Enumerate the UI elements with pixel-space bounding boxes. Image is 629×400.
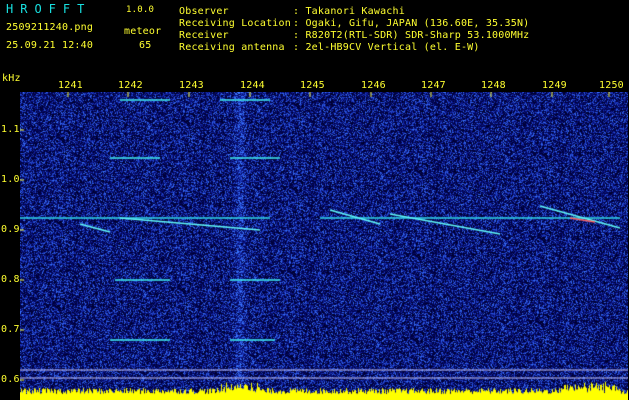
y-tick-label: 0.6 (1, 374, 20, 385)
x-tick-label: 1249 (542, 80, 567, 91)
file-name: 2509211240.png (6, 22, 94, 33)
x-tick-label: 1247 (421, 80, 446, 91)
antenna-label: Receiving antenna (179, 42, 285, 53)
app-version: 1.0.0 (126, 5, 155, 15)
y-tick-label: 1.0 (1, 174, 20, 185)
x-tick-label: 1246 (361, 80, 386, 91)
receiver-value: : R820T2(RTL-SDR) SDR-Sharp 53.1000MHz (293, 30, 530, 41)
observer-label: Observer (179, 6, 229, 17)
x-tick-label: 1245 (300, 80, 325, 91)
x-tick-label: 1248 (481, 80, 506, 91)
unit-label: kHz (2, 73, 21, 84)
y-tick-label: 0.8 (1, 274, 20, 285)
type-label: meteor (124, 26, 162, 37)
y-tick-label: 1.1 (1, 124, 20, 135)
meteor-count: 65 (139, 40, 152, 51)
antenna-value: : 2el-HB9CV Vertical (el. E-W) (293, 42, 480, 53)
x-tick-label: 1242 (118, 80, 143, 91)
y-tick-label: 0.9 (1, 224, 20, 235)
y-tick-label: 0.7 (1, 324, 20, 335)
location-value: : Ogaki, Gifu, JAPAN (136.60E, 35.35N) (293, 18, 530, 29)
observer-value: : Takanori Kawachi (293, 6, 405, 17)
header-panel: HROFFT 1.0.0 2509211240.png meteor 25.09… (0, 0, 629, 73)
receiver-label: Receiver (179, 30, 229, 41)
x-tick-label: 1241 (58, 80, 83, 91)
app-name: HROFFT (6, 2, 92, 16)
location-label: Receiving Location (179, 18, 291, 29)
x-tick-label: 1244 (240, 80, 265, 91)
date-time: 25.09.21 12:40 (6, 40, 94, 51)
x-tick-label: 1243 (179, 80, 204, 91)
x-tick-label: 1250 (599, 80, 624, 91)
spectrogram-canvas (20, 92, 628, 400)
